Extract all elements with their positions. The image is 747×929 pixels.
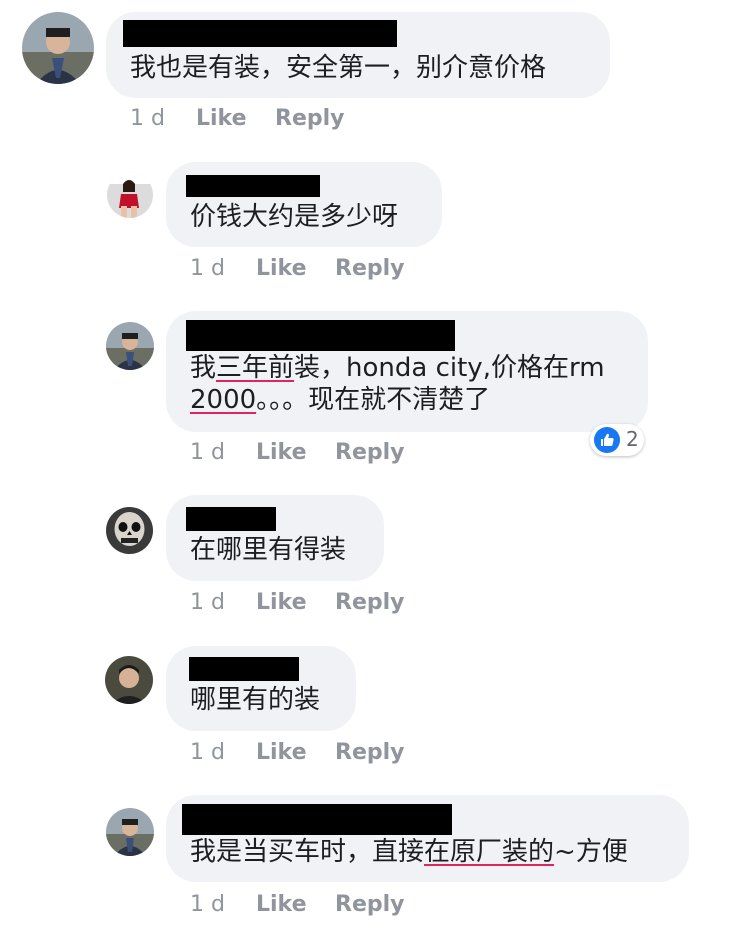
avatar-photo xyxy=(105,656,153,704)
spellcheck-underline: 在原厂装的 xyxy=(424,837,555,867)
comment-text-line-2: 2000。。。现在就不清楚了 xyxy=(190,384,490,416)
comment-text: 价钱大约是多少呀 xyxy=(190,202,399,232)
thumbs-up-icon xyxy=(601,433,614,446)
like-reaction-icon xyxy=(594,427,620,453)
redacted-author-name[interactable] xyxy=(182,804,452,835)
like-button[interactable]: Like xyxy=(256,740,307,765)
timestamp[interactable]: 1 d xyxy=(190,892,225,917)
reaction-count: 2 xyxy=(626,427,639,451)
spellcheck-underline: 2000 xyxy=(190,385,257,415)
reply-button[interactable]: Reply xyxy=(335,256,405,281)
comment-text-line-1: 我三年前装，honda city,价格在rm xyxy=(190,352,605,384)
redacted-author-name[interactable] xyxy=(189,657,299,681)
timestamp[interactable]: 1 d xyxy=(130,106,165,131)
timestamp[interactable]: 1 d xyxy=(190,740,225,765)
like-button[interactable]: Like xyxy=(256,440,307,465)
text-segment: 装，honda city,价格在rm xyxy=(294,353,605,383)
reply-button[interactable]: Reply xyxy=(335,440,405,465)
reply-button[interactable]: Reply xyxy=(335,590,405,615)
redacted-author-name[interactable] xyxy=(123,20,397,47)
avatar[interactable] xyxy=(105,656,153,704)
reaction-badge[interactable]: 2 xyxy=(590,424,644,456)
redacted-author-name[interactable] xyxy=(186,320,455,351)
spellcheck-underline: 三年前 xyxy=(216,353,295,383)
timestamp[interactable]: 1 d xyxy=(190,440,225,465)
redacted-author-name[interactable] xyxy=(186,507,276,531)
timestamp[interactable]: 1 d xyxy=(190,256,225,281)
comment-text: 我是当买车时，直接在原厂装的~方便 xyxy=(190,836,628,868)
text-segment: 。。。现在就不清楚了 xyxy=(256,385,491,415)
reply-button[interactable]: Reply xyxy=(335,740,405,765)
like-button[interactable]: Like xyxy=(256,256,307,281)
text-segment: ~方便 xyxy=(554,837,628,867)
timestamp[interactable]: 1 d xyxy=(190,590,225,615)
avatar[interactable] xyxy=(106,322,154,370)
text-segment: 我 xyxy=(190,353,217,383)
like-button[interactable]: Like xyxy=(256,892,307,917)
avatar-photo xyxy=(106,808,154,856)
avatar-photo xyxy=(107,172,153,218)
avatar[interactable] xyxy=(106,808,154,856)
text-segment: 我是当买车时，直接 xyxy=(190,837,425,867)
reply-button[interactable]: Reply xyxy=(275,106,345,131)
reply-button[interactable]: Reply xyxy=(335,892,405,917)
avatar[interactable] xyxy=(106,507,153,554)
avatar-photo xyxy=(106,322,154,370)
avatar-photo xyxy=(22,12,94,84)
avatar[interactable] xyxy=(22,12,94,84)
redacted-author-name[interactable] xyxy=(186,175,320,197)
comment-text: 在哪里有得装 xyxy=(190,535,347,565)
like-button[interactable]: Like xyxy=(256,590,307,615)
like-button[interactable]: Like xyxy=(196,106,247,131)
avatar-photo xyxy=(106,507,153,554)
avatar[interactable] xyxy=(107,172,153,218)
comment-text: 哪里有的装 xyxy=(190,685,321,715)
comment-text: 我也是有装，安全第一，别介意价格 xyxy=(130,53,547,83)
